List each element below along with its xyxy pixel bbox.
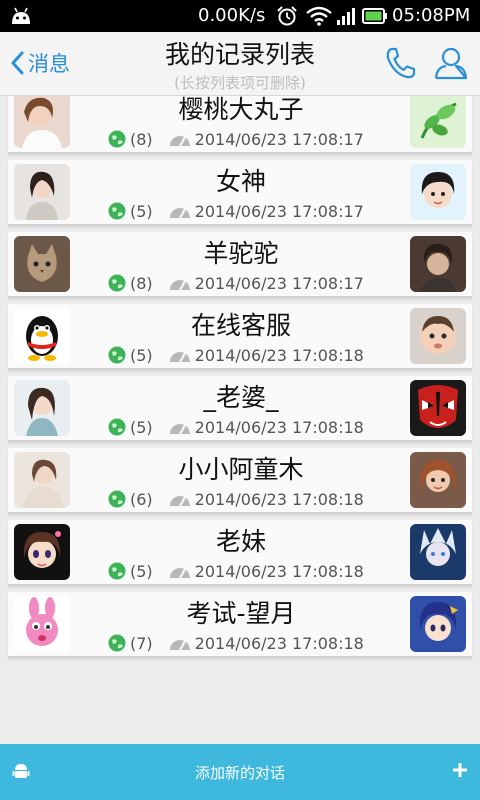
android-icon xyxy=(12,7,30,24)
avatar xyxy=(410,96,466,148)
avatar xyxy=(410,596,466,652)
globe-icon xyxy=(108,418,126,436)
list-item[interactable]: 羊驼驼 (8) 2014/06/23 17:08:17 xyxy=(8,232,472,298)
status-bar: 0.00K/s 05:08PM xyxy=(0,0,480,32)
avatar xyxy=(14,96,70,148)
person-icon[interactable] xyxy=(434,46,468,80)
network-speed: 0.00K/s xyxy=(198,5,266,26)
contact-name: 在线客服 xyxy=(190,311,291,340)
list-item[interactable]: 老妹 (5) 2014/06/23 17:08:18 xyxy=(8,520,472,586)
contact-name: 女神 xyxy=(215,167,266,196)
avatar xyxy=(410,524,466,580)
avatar xyxy=(14,452,70,508)
avatar xyxy=(14,308,70,364)
globe-icon xyxy=(108,634,126,652)
record-datetime: 2014/06/23 17:08:18 xyxy=(194,633,364,653)
gauge-icon xyxy=(169,352,190,363)
gauge-icon xyxy=(169,496,190,507)
record-list: 樱桃大丸子 (8) 2014/06/23 17:08:17 女神 (5) 201… xyxy=(0,96,480,744)
gauge-icon xyxy=(169,424,190,435)
clock: 05:08PM xyxy=(392,5,471,26)
signal-icon xyxy=(337,8,355,25)
plus-icon xyxy=(453,763,467,777)
list-item[interactable]: _老婆_ (5) 2014/06/23 17:08:18 xyxy=(8,376,472,442)
avatar xyxy=(410,452,466,508)
add-conversation-label: 添加新的对话 xyxy=(194,764,285,782)
avatar xyxy=(14,236,70,292)
avatar xyxy=(410,164,466,220)
message-count: (8) xyxy=(130,273,153,293)
avatar xyxy=(14,380,70,436)
record-meta: (5) 2014/06/23 17:08:17 xyxy=(108,200,364,222)
record-meta: (6) 2014/06/23 17:08:18 xyxy=(108,488,364,510)
record-datetime: 2014/06/23 17:08:18 xyxy=(194,561,364,581)
record-meta: (8) 2014/06/23 17:08:17 xyxy=(108,128,364,150)
contact-name: 樱桃大丸子 xyxy=(178,96,304,124)
record-meta: (5) 2014/06/23 17:08:18 xyxy=(108,344,364,366)
globe-icon xyxy=(108,346,126,364)
message-count: (7) xyxy=(130,633,153,653)
gauge-icon xyxy=(169,136,190,147)
record-datetime: 2014/06/23 17:08:18 xyxy=(194,417,364,437)
gauge-icon xyxy=(169,640,190,651)
record-meta: (5) 2014/06/23 17:08:18 xyxy=(108,560,364,582)
message-count: (5) xyxy=(130,345,153,365)
record-datetime: 2014/06/23 17:08:17 xyxy=(194,201,364,221)
contact-name: 老妹 xyxy=(215,527,266,556)
record-datetime: 2014/06/23 17:08:18 xyxy=(194,489,364,509)
avatar xyxy=(410,380,466,436)
record-datetime: 2014/06/23 17:08:17 xyxy=(194,273,364,293)
contact-name: 考试-望月 xyxy=(186,599,296,628)
message-count: (6) xyxy=(130,489,153,509)
gauge-icon xyxy=(169,208,190,219)
list-item[interactable]: 考试-望月 (7) 2014/06/23 17:08:18 xyxy=(8,592,472,658)
globe-icon xyxy=(108,274,126,292)
record-meta: (7) 2014/06/23 17:08:18 xyxy=(108,632,364,654)
contact-name: 小小阿童木 xyxy=(178,455,304,484)
record-meta: (8) 2014/06/23 17:08:17 xyxy=(108,272,364,294)
gauge-icon xyxy=(169,568,190,579)
avatar xyxy=(14,524,70,580)
record-datetime: 2014/06/23 17:08:18 xyxy=(194,345,364,365)
avatar xyxy=(410,236,466,292)
message-count: (5) xyxy=(130,561,153,581)
phone-icon[interactable] xyxy=(384,46,416,80)
contact-name: _老婆_ xyxy=(203,383,279,412)
list-item[interactable]: 女神 (5) 2014/06/23 17:08:17 xyxy=(8,160,472,226)
avatar xyxy=(14,596,70,652)
alarm-icon xyxy=(277,6,297,26)
record-datetime: 2014/06/23 17:08:17 xyxy=(194,129,364,149)
contact-name: 羊驼驼 xyxy=(203,239,279,268)
message-count: (5) xyxy=(130,417,153,437)
wifi-icon xyxy=(306,6,332,26)
record-meta: (5) 2014/06/23 17:08:18 xyxy=(108,416,364,438)
message-count: (5) xyxy=(130,201,153,221)
globe-icon xyxy=(108,490,126,508)
avatar xyxy=(14,164,70,220)
message-count: (8) xyxy=(130,129,153,149)
avatar xyxy=(410,308,466,364)
globe-icon xyxy=(108,562,126,580)
add-conversation-bar[interactable]: 添加新的对话 xyxy=(0,744,480,800)
list-item[interactable]: 樱桃大丸子 (8) 2014/06/23 17:08:17 xyxy=(8,96,472,154)
globe-icon xyxy=(108,130,126,148)
globe-icon xyxy=(108,202,126,220)
title-bar: 消息 我的记录列表 (长按列表项可删除) xyxy=(0,32,480,96)
gauge-icon xyxy=(169,280,190,291)
list-item[interactable]: 小小阿童木 (6) 2014/06/23 17:08:18 xyxy=(8,448,472,514)
battery-icon xyxy=(362,8,387,24)
list-item[interactable]: 在线客服 (5) 2014/06/23 17:08:18 xyxy=(8,304,472,370)
